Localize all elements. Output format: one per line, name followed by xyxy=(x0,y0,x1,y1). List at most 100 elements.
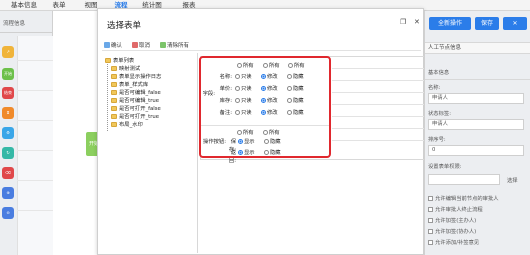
name-input[interactable]: 申请人 xyxy=(428,93,524,104)
dialog-toolbar: 确认 取消 清除所有 xyxy=(102,39,421,51)
tab-basic-info[interactable]: 基本信息 xyxy=(6,0,42,11)
checkbox-icon xyxy=(428,240,433,245)
checkbox-add-main[interactable]: 允许加签(主办人) xyxy=(428,216,476,224)
subflow-icon[interactable]: ↻ xyxy=(2,147,14,159)
select-form-dialog: 选择表单 ❐ ✕ 确认 取消 清除所有 表单列表 映射测试 表单显示操作日志 表… xyxy=(97,8,432,255)
grid-line xyxy=(332,128,430,129)
checkbox-icon xyxy=(428,196,433,201)
tree-node[interactable]: 是否可打开_false xyxy=(111,105,161,113)
tree-node[interactable]: 是否可编辑_false xyxy=(111,89,161,97)
folder-icon xyxy=(111,122,117,127)
canvas-grid-line xyxy=(17,120,53,121)
tree-label: 是否可打开_false xyxy=(119,106,161,112)
eraser-icon[interactable]: ⌫ xyxy=(2,167,14,179)
clear-all-button[interactable]: 清除所有 xyxy=(160,41,189,49)
highlight-box xyxy=(199,56,331,158)
folder-icon xyxy=(111,98,117,103)
clear-icon xyxy=(160,42,166,48)
tree-label: 布局_水印 xyxy=(119,122,143,128)
flow-info-header: 流程信息 xyxy=(3,21,26,27)
form-perm-input[interactable] xyxy=(428,174,500,185)
tree-node[interactable]: 布局_水印 xyxy=(111,121,143,129)
checkbox-icon xyxy=(428,218,433,223)
canvas-grid-line xyxy=(17,90,53,91)
folder-icon xyxy=(111,74,117,79)
cancel-icon xyxy=(132,42,138,48)
checkbox-add-assist[interactable]: 允许加签(协办人) xyxy=(428,227,476,235)
select-link[interactable]: 选择 xyxy=(507,176,518,184)
permission-grid xyxy=(332,56,430,160)
checkbox-label: 允许添加/补签意见 xyxy=(435,240,480,246)
tree-label: 表单列表 xyxy=(113,58,135,64)
checkbox-label: 允许加签(主办人) xyxy=(435,218,477,224)
checkbox-icon xyxy=(428,229,433,234)
cancel-label: 取消 xyxy=(139,43,151,49)
checkbox-terminate[interactable]: 允许审批人终止流程 xyxy=(428,205,483,213)
basic-info-label: 基本信息 xyxy=(428,70,450,76)
status-label: 状态标签: xyxy=(428,111,451,117)
full-new-button[interactable]: 全新操作 xyxy=(429,17,471,30)
checkbox-edit-approver[interactable]: 允许编辑当前节点的审批人 xyxy=(428,194,499,202)
properties-panel: 全新操作 保存 ✕ 人工节点信息 基本信息 名称: 申请人 状态标签: 申请人 … xyxy=(424,11,530,255)
canvas-grid-line xyxy=(17,60,53,61)
checkbox-label: 允许加签(协办人) xyxy=(435,229,477,235)
close-panel-button[interactable]: ✕ xyxy=(503,17,527,30)
canvas-grid-line xyxy=(17,210,53,211)
confirm-button[interactable]: 确认 xyxy=(104,41,122,49)
grid-line xyxy=(332,68,430,69)
restore-icon[interactable]: ❐ xyxy=(400,18,406,26)
close-icon[interactable]: ✕ xyxy=(414,18,420,26)
gear-icon[interactable]: ⚙ xyxy=(2,127,14,139)
grid-line xyxy=(332,92,430,93)
tree-label: 映射测试 xyxy=(119,66,141,72)
form-tree: 表单列表 映射测试 表单显示操作日志 表单_样式库 是否可编辑_false 是否… xyxy=(105,57,193,252)
tree-label: 表单显示操作日志 xyxy=(119,74,162,80)
status-input[interactable]: 申请人 xyxy=(428,119,524,130)
folder-icon xyxy=(111,66,117,71)
name-label: 名称: xyxy=(428,85,441,91)
order-label: 排序号: xyxy=(428,137,446,143)
save-button[interactable]: 保存 xyxy=(475,17,499,30)
task-icon[interactable]: ⧗ xyxy=(2,107,14,119)
checkbox-icon xyxy=(428,207,433,212)
tree-node[interactable]: 是否可打开_true xyxy=(111,113,159,121)
clear-all-label: 清除所有 xyxy=(167,43,190,49)
zoom-in-icon[interactable]: ⊕ xyxy=(2,187,14,199)
grid-line xyxy=(332,116,430,117)
tree-node-root[interactable]: 表单列表 xyxy=(105,57,134,65)
tree-connector xyxy=(107,61,108,131)
flow-canvas[interactable] xyxy=(17,36,53,255)
zoom-out-icon[interactable]: ⊖ xyxy=(2,207,14,219)
order-input[interactable]: 0 xyxy=(428,145,524,156)
tree-node[interactable]: 表单显示操作日志 xyxy=(111,73,161,81)
tree-label: 是否可编辑_false xyxy=(119,90,161,96)
tree-node[interactable]: 映射测试 xyxy=(111,65,140,73)
tab-form[interactable]: 表单 xyxy=(48,0,70,11)
canvas-grid-line xyxy=(17,180,53,181)
checkbox-label: 允许编辑当前节点的审批人 xyxy=(435,196,499,202)
confirm-icon xyxy=(104,42,110,48)
dialog-title: 选择表单 xyxy=(107,21,142,31)
checkbox-add-opinion[interactable]: 允许添加/补签意见 xyxy=(428,238,479,246)
tree-node[interactable]: 是否可编辑_true xyxy=(111,97,159,105)
header-divider xyxy=(0,32,53,33)
end-icon[interactable]: 结束 xyxy=(2,87,14,99)
checkbox-label: 允许审批人终止流程 xyxy=(435,207,483,213)
form-perm-label: 设置表单权限: xyxy=(428,164,462,170)
grid-line xyxy=(332,140,430,141)
canvas-grid-line xyxy=(17,150,53,151)
folder-icon xyxy=(111,106,117,111)
tree-label: 表单_样式库 xyxy=(119,82,149,88)
folder-icon xyxy=(111,114,117,119)
folder-icon xyxy=(105,58,111,63)
tree-node[interactable]: 表单_样式库 xyxy=(111,81,148,89)
grid-line xyxy=(332,104,430,105)
tree-label: 是否可打开_true xyxy=(119,114,160,120)
cancel-button[interactable]: 取消 xyxy=(132,41,150,49)
arrow-icon[interactable]: ↗ xyxy=(2,46,14,58)
folder-icon xyxy=(111,82,117,87)
start-icon[interactable]: 开始 xyxy=(2,68,14,80)
pane-divider xyxy=(197,53,198,253)
tree-label: 是否可编辑_true xyxy=(119,98,160,104)
folder-icon xyxy=(111,90,117,95)
